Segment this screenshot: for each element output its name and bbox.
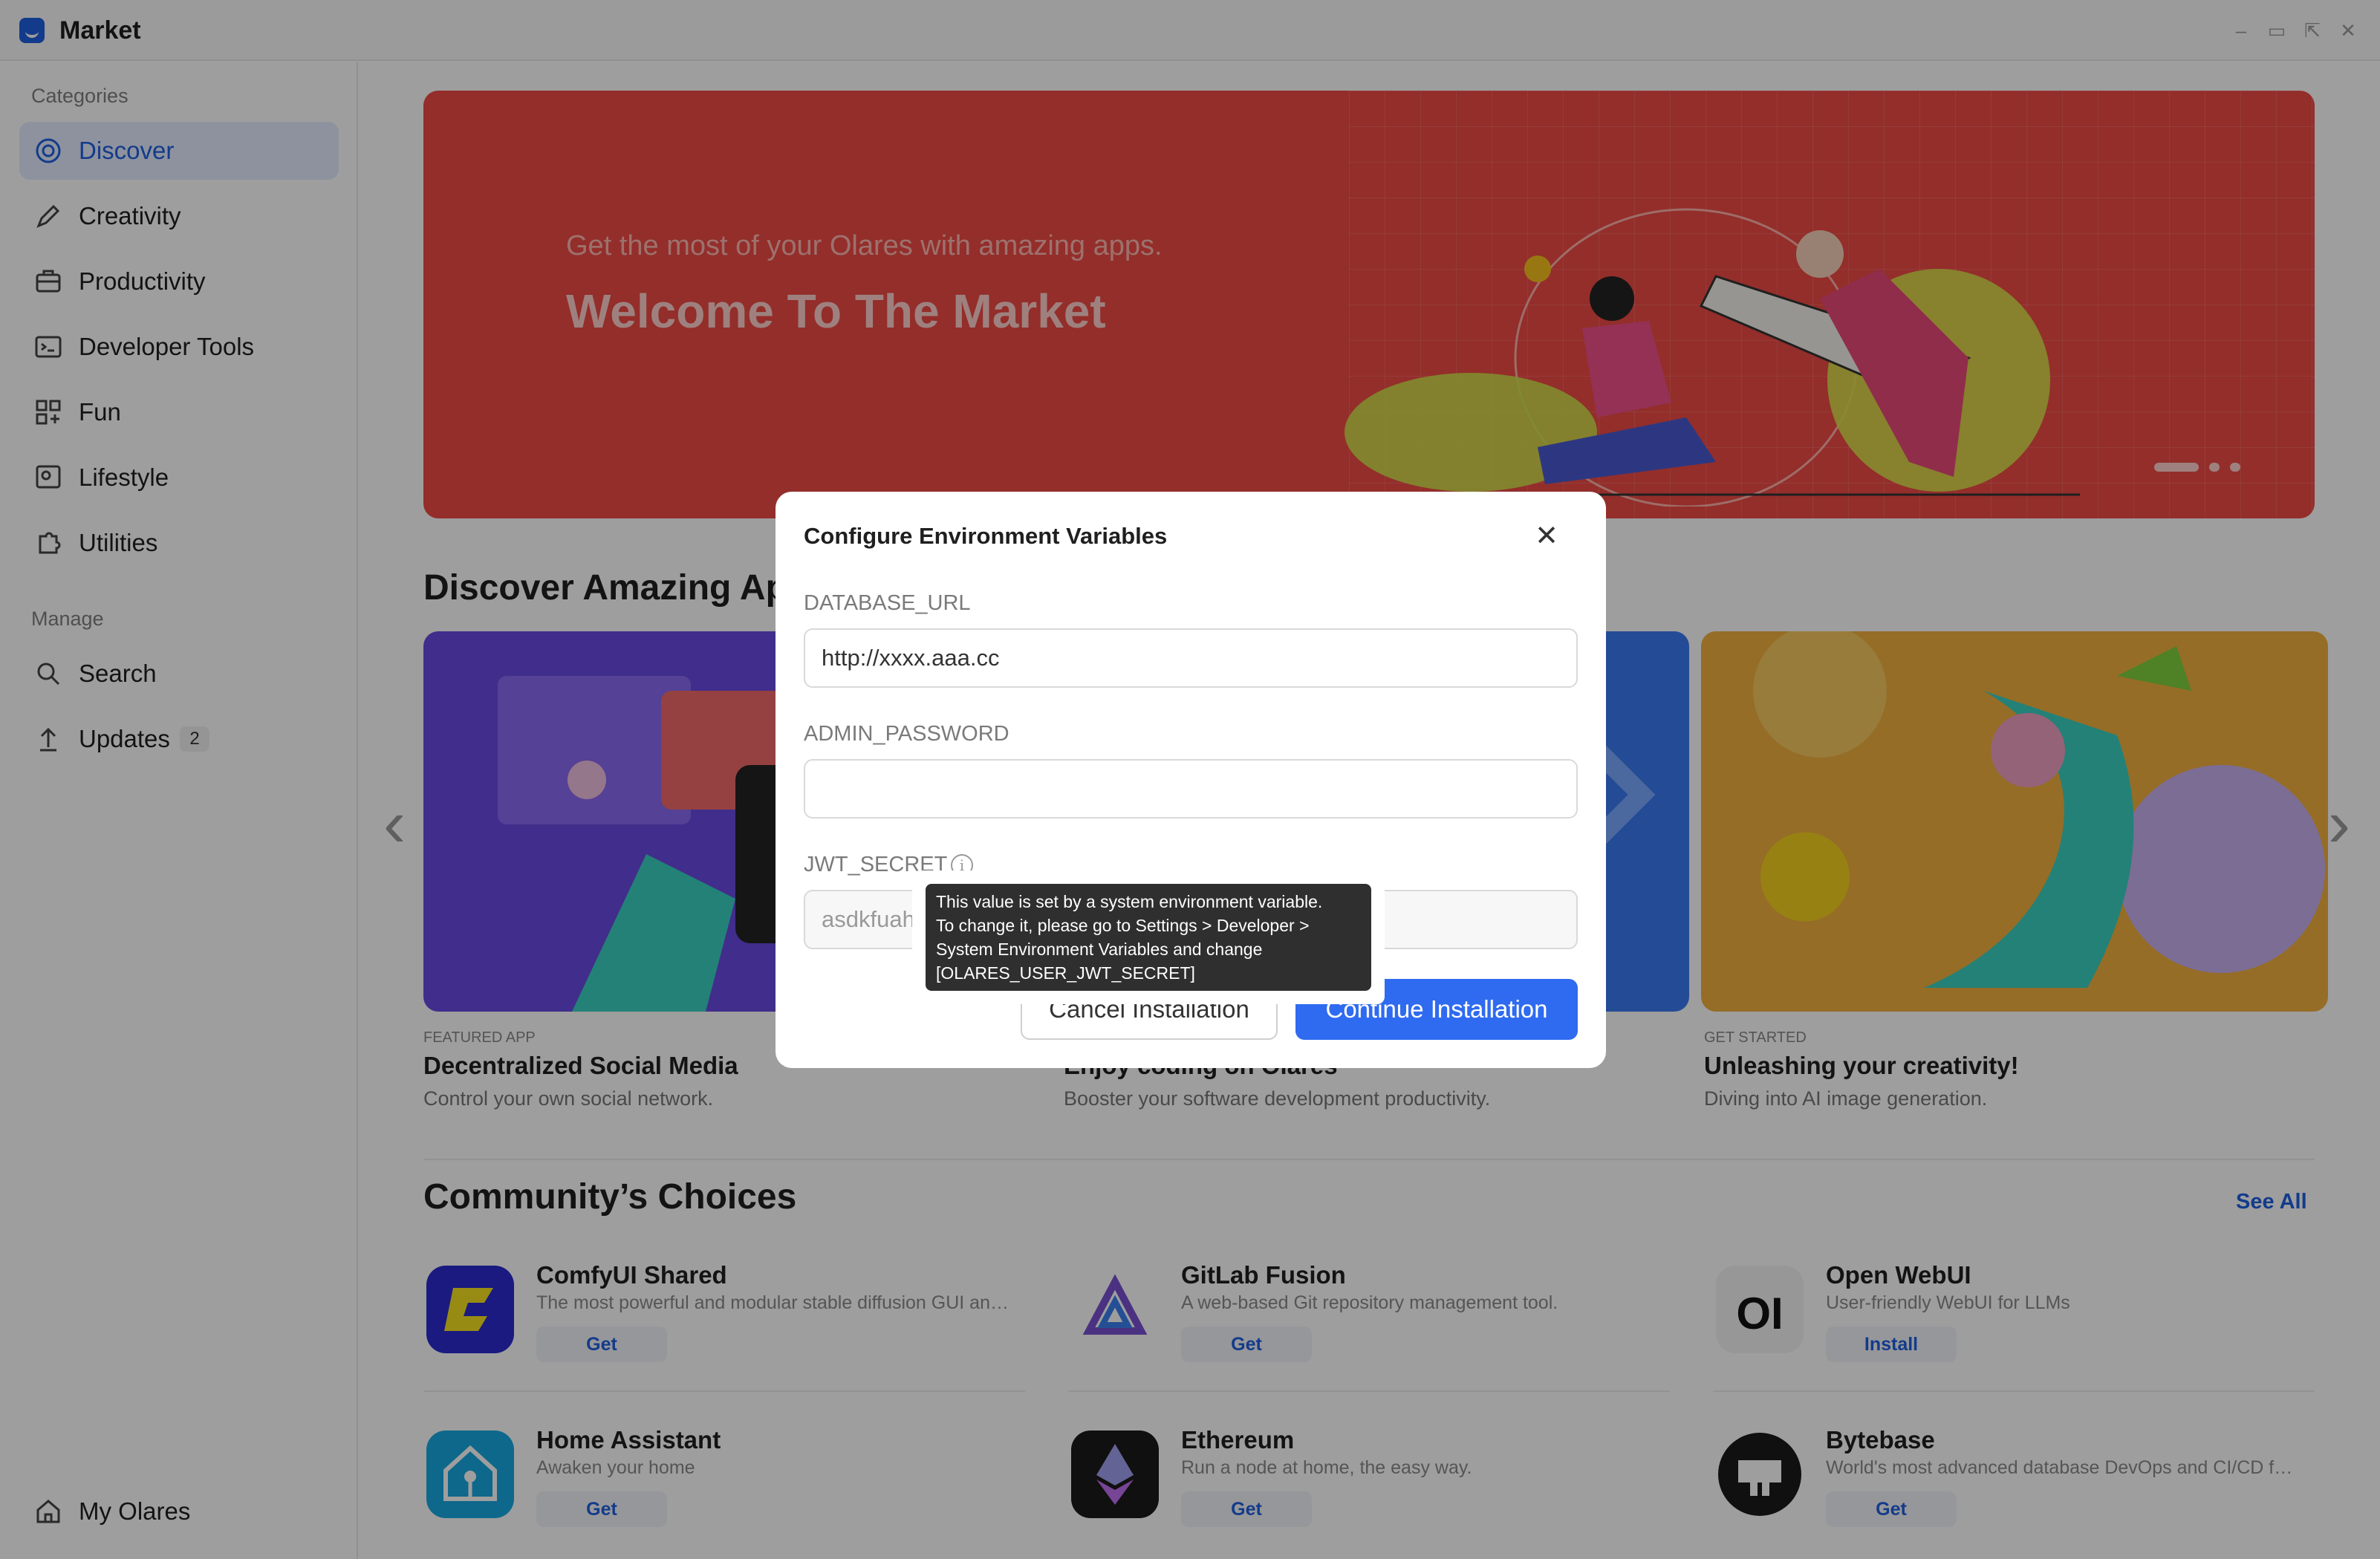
- database-url-field[interactable]: http://xxxx.aaa.cc: [804, 628, 1578, 688]
- jwt-secret-tooltip: This value is set by a system environmen…: [926, 884, 1371, 991]
- dialog-title: Configure Environment Variables: [804, 523, 1168, 549]
- database-url-label: DATABASE_URL: [804, 591, 971, 615]
- admin-password-label: ADMIN_PASSWORD: [804, 722, 1009, 746]
- market-app-window: Market – ▭ ⇱ ✕ Categories Discover Creat…: [0, 0, 2380, 1559]
- admin-password-field[interactable]: [804, 759, 1578, 818]
- close-icon[interactable]: ✕: [1532, 521, 1561, 551]
